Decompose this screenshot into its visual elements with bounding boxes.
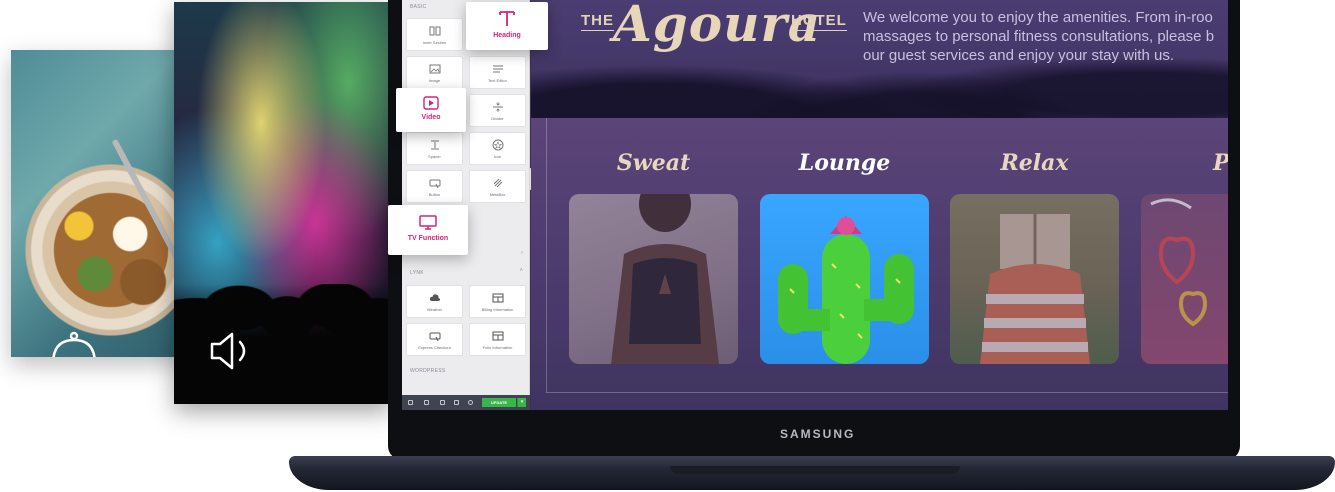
widget-label: Inner Section bbox=[422, 40, 447, 45]
welcome-text: We welcome you to enjoy the amenities. F… bbox=[863, 8, 1228, 65]
editor-footer-bar: UPDATE ▾ bbox=[402, 395, 530, 410]
hotel-name-logo: Agoura bbox=[613, 0, 822, 53]
widget-weather[interactable]: Weather bbox=[406, 285, 463, 318]
food-image bbox=[31, 170, 191, 330]
category-title-play[interactable]: Pl bbox=[1141, 150, 1228, 176]
widget-label: Text Editor bbox=[488, 78, 507, 83]
floating-widget-video[interactable]: Video bbox=[396, 88, 466, 132]
image-icon bbox=[429, 64, 440, 74]
crowd-silhouette bbox=[174, 284, 392, 404]
metabox-icon bbox=[493, 178, 502, 188]
food-promo-card bbox=[11, 50, 191, 357]
heading-t-icon bbox=[499, 11, 515, 26]
update-options-caret[interactable]: ▾ bbox=[517, 398, 526, 407]
speaker-volume-icon bbox=[210, 332, 246, 370]
logo-hotel: HOTEL bbox=[791, 12, 847, 31]
settings-icon[interactable] bbox=[408, 400, 413, 405]
widget-label: Image bbox=[428, 78, 441, 83]
layers-icon[interactable] bbox=[424, 400, 429, 405]
widget-metabox[interactable]: MetaBox bbox=[469, 170, 526, 203]
section-label-basic: BASIC bbox=[410, 4, 427, 10]
floating-widget-heading[interactable]: Heading bbox=[466, 2, 548, 50]
inner-section-icon bbox=[429, 26, 440, 36]
site-header: THE Agoura HOTEL We welcome you to enjoy… bbox=[531, 0, 1228, 118]
welcome-line: massages to personal fitness consultatio… bbox=[863, 28, 1215, 45]
widget-text-editor[interactable]: Text Editor bbox=[469, 56, 526, 89]
section-label-lynk: LYNK bbox=[410, 270, 424, 276]
widget-label: Folio Information bbox=[482, 345, 513, 350]
floating-widget-tv-function[interactable]: TV Function bbox=[388, 205, 468, 255]
responsive-icon[interactable] bbox=[454, 400, 459, 405]
hotel-website-preview: THE Agoura HOTEL We welcome you to enjoy… bbox=[531, 0, 1228, 410]
floating-label-video: Video bbox=[421, 114, 441, 121]
folio-icon bbox=[492, 331, 503, 341]
update-button[interactable]: UPDATE bbox=[482, 398, 516, 407]
widget-folio-information[interactable]: Folio Information bbox=[469, 323, 526, 356]
widget-label: MetaBox bbox=[489, 192, 506, 197]
preview-eye-icon[interactable] bbox=[468, 400, 473, 405]
logo-the: THE bbox=[581, 12, 614, 31]
widget-label: Spacer bbox=[428, 154, 441, 159]
chevron-right-icon[interactable]: › bbox=[521, 250, 523, 256]
billing-icon bbox=[492, 293, 503, 303]
category-card-sweat[interactable] bbox=[569, 194, 738, 364]
category-title-lounge[interactable]: Lounge bbox=[760, 150, 929, 176]
category-title-sweat[interactable]: Sweat bbox=[569, 150, 738, 176]
divider-icon bbox=[492, 102, 503, 112]
tv-monitor-icon bbox=[419, 215, 437, 230]
widget-label: Weather bbox=[426, 307, 443, 312]
cloud-icon bbox=[429, 294, 440, 301]
spacer-icon bbox=[430, 140, 439, 150]
widget-image[interactable]: Image bbox=[406, 56, 463, 89]
section-label-wordpress: WORDPRESS bbox=[410, 368, 446, 374]
button-icon bbox=[429, 179, 440, 189]
room-service-cloche-icon bbox=[52, 331, 96, 357]
widget-label: Divider bbox=[491, 116, 504, 121]
concert-promo-card bbox=[174, 2, 392, 404]
text-editor-icon bbox=[492, 65, 503, 73]
welcome-line: our guest services and enjoy your stay w… bbox=[863, 47, 1174, 64]
widget-inner-section[interactable]: Inner Section bbox=[406, 18, 463, 51]
history-icon[interactable] bbox=[440, 400, 445, 405]
widget-billing-information[interactable]: Billing Information bbox=[469, 285, 526, 318]
widget-button[interactable]: Button bbox=[406, 170, 463, 203]
category-card-relax[interactable] bbox=[950, 194, 1119, 364]
floating-label-tv-function: TV Function bbox=[407, 235, 449, 242]
category-card-play[interactable] bbox=[1141, 194, 1228, 364]
widget-label: Billing Information bbox=[481, 307, 514, 312]
star-icon bbox=[492, 139, 503, 151]
widget-icon[interactable]: Icon bbox=[469, 132, 526, 165]
card-dim-overlay bbox=[569, 194, 738, 364]
category-card-lounge[interactable] bbox=[760, 194, 929, 364]
floating-label-heading: Heading bbox=[493, 32, 521, 39]
video-play-icon bbox=[423, 96, 439, 110]
laptop-screen: BASIC Inner Section Image Text Editor Di… bbox=[402, 0, 1228, 410]
laptop-hinge-notch bbox=[670, 466, 960, 474]
welcome-line: We welcome you to enjoy the amenities. F… bbox=[863, 9, 1213, 26]
widget-label: Button bbox=[428, 192, 441, 197]
inflatable-cactus-image bbox=[778, 216, 914, 364]
widget-divider[interactable]: Divider bbox=[469, 94, 526, 127]
card-dim-overlay bbox=[950, 194, 1119, 364]
widget-label: Express Checkout bbox=[418, 345, 451, 350]
checkout-icon bbox=[429, 332, 440, 342]
widget-label: Icon bbox=[493, 154, 502, 159]
widget-spacer[interactable]: Spacer bbox=[406, 132, 463, 165]
category-title-relax[interactable]: Relax bbox=[950, 150, 1119, 176]
card-dim-overlay bbox=[1141, 194, 1228, 364]
widget-express-checkout[interactable]: Express Checkout bbox=[406, 323, 463, 356]
laptop-brand-logo: SAMSUNG bbox=[780, 427, 856, 441]
chevron-up-icon[interactable]: ˄ bbox=[519, 268, 523, 274]
